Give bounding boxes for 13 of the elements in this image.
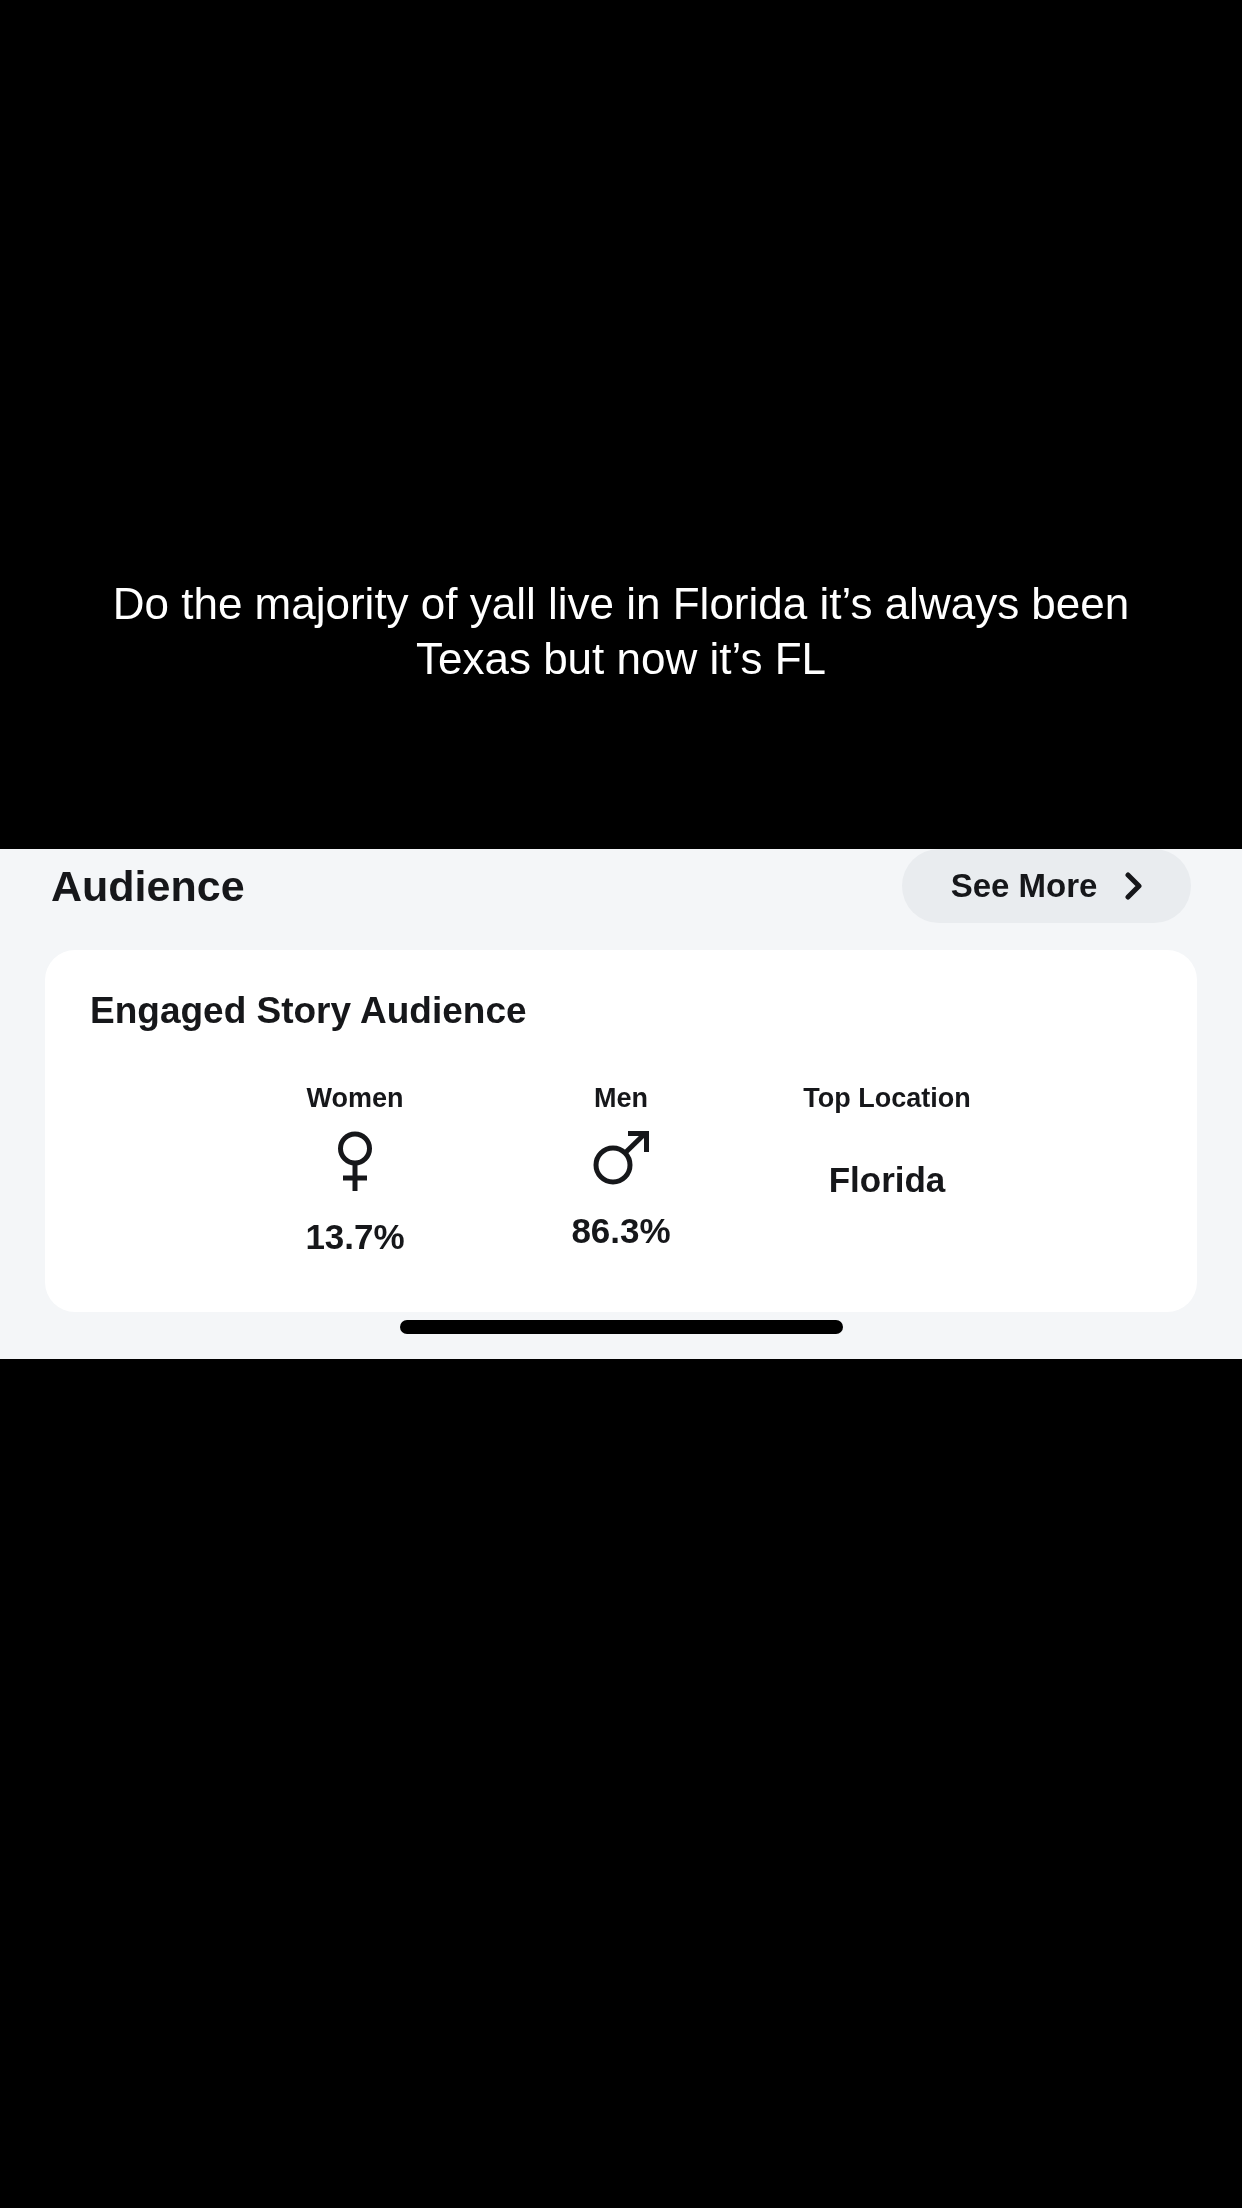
section-title: Audience <box>51 861 245 912</box>
stat-label: Women <box>306 1082 404 1115</box>
stat-label: Men <box>594 1082 648 1115</box>
stat-percentage: 86.3% <box>571 1210 671 1252</box>
see-more-button[interactable]: See More <box>902 849 1191 923</box>
chevron-right-icon <box>1125 872 1143 900</box>
stat-label: Top Location <box>803 1082 971 1115</box>
caption-text: Do the majority of yall live in Florida it’s always been Texas but now it’s FL <box>111 578 1131 685</box>
male-symbol-icon <box>593 1131 649 1185</box>
card-title: Engaged Story Audience <box>90 989 528 1033</box>
female-symbol-icon <box>336 1131 374 1191</box>
stat-percentage: 13.7% <box>305 1216 405 1258</box>
location-value: Florida <box>828 1159 946 1201</box>
